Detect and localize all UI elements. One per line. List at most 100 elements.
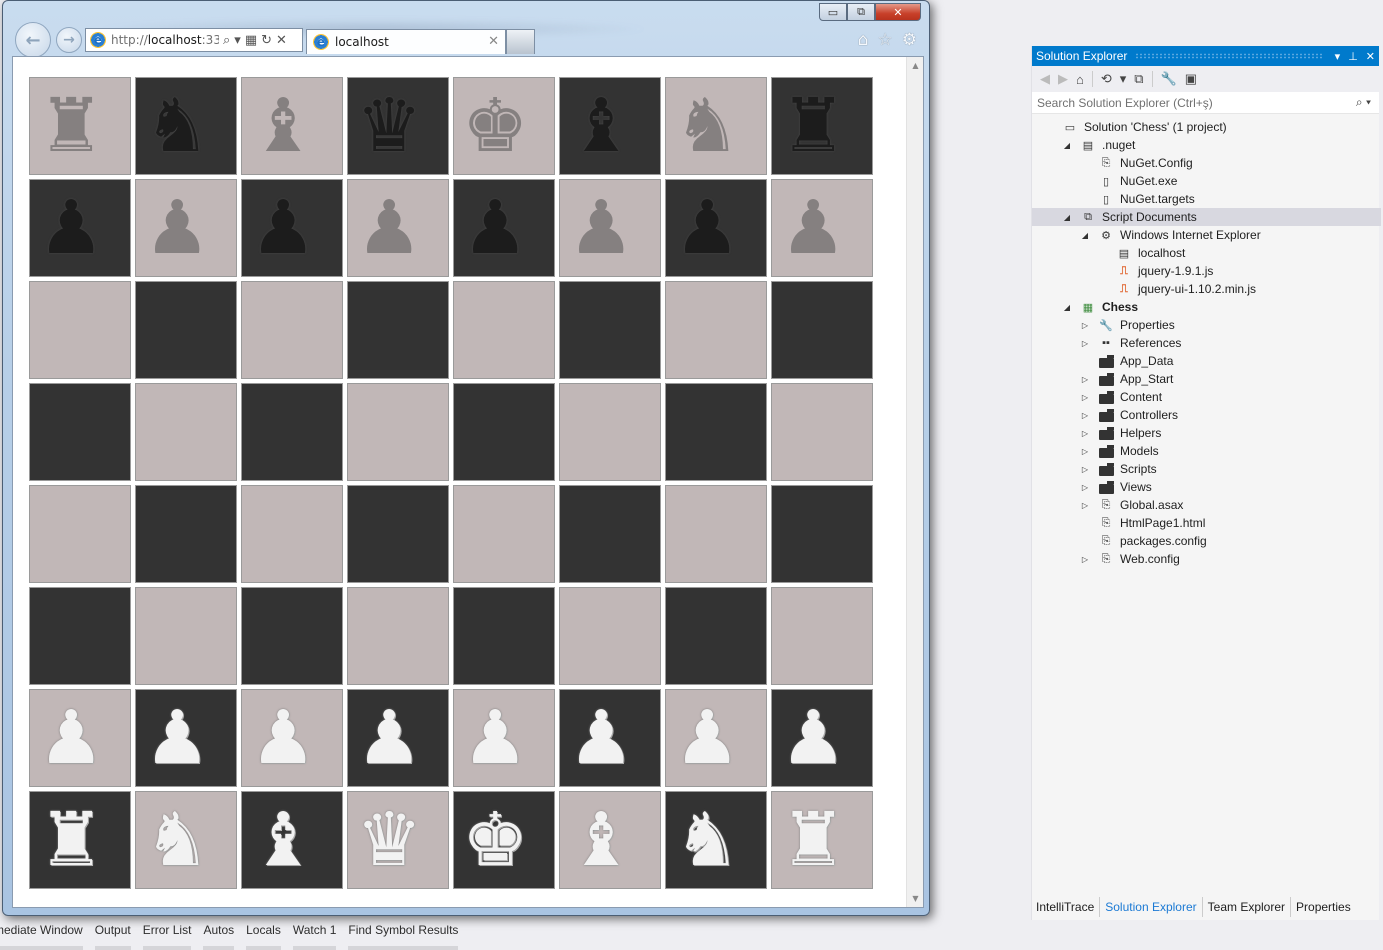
address-bar[interactable]: e http://localhost:331 ⌕ ▾ ▦ ↻ ✕: [85, 28, 303, 52]
white-piece-icon[interactable]: ♟: [250, 701, 316, 775]
board-square-f7[interactable]: ♟: [559, 179, 661, 277]
black-piece-icon[interactable]: ♟: [250, 191, 316, 265]
white-piece-icon[interactable]: ♟: [568, 701, 634, 775]
board-square-f6[interactable]: [559, 281, 661, 379]
tree-node-folder[interactable]: ▷ App_Start: [1032, 370, 1379, 388]
close-window-button[interactable]: ✕: [875, 3, 921, 21]
search-icon[interactable]: ⌕ ▾: [1356, 95, 1371, 110]
white-piece-icon[interactable]: ♜: [780, 803, 846, 877]
tree-node-folder[interactable]: App_Data: [1032, 352, 1379, 370]
star-icon[interactable]: ☆: [878, 30, 893, 50]
board-square-f5[interactable]: [559, 383, 661, 481]
board-square-g3[interactable]: [665, 587, 767, 685]
board-square-c7[interactable]: ♟: [241, 179, 343, 277]
board-square-h1[interactable]: ♜: [771, 791, 873, 889]
collapse-all-icon[interactable]: ⧉: [1134, 71, 1143, 87]
expand-arrow-icon[interactable]: ▷: [1080, 555, 1090, 564]
white-piece-icon[interactable]: ♟: [356, 701, 422, 775]
stop-icon[interactable]: ✕: [276, 33, 287, 48]
tree-node-html[interactable]: ⎘ HtmlPage1.html: [1032, 514, 1379, 532]
black-piece-icon[interactable]: ♟: [144, 191, 210, 265]
board-square-a3[interactable]: [29, 587, 131, 685]
board-square-g6[interactable]: [665, 281, 767, 379]
tree-node-js[interactable]: ⎍ jquery-1.9.1.js: [1032, 262, 1379, 280]
board-square-a4[interactable]: [29, 485, 131, 583]
board-square-f8[interactable]: ♝: [559, 77, 661, 175]
white-piece-icon[interactable]: ♟: [674, 701, 740, 775]
board-square-c3[interactable]: [241, 587, 343, 685]
board-square-a8[interactable]: ♜: [29, 77, 131, 175]
collapse-arrow-icon[interactable]: ◢: [1062, 303, 1072, 312]
expand-arrow-icon[interactable]: ▷: [1080, 501, 1090, 510]
scroll-up-icon[interactable]: ▲: [907, 57, 924, 74]
board-square-b7[interactable]: ♟: [135, 179, 237, 277]
tab-locals[interactable]: Locals: [246, 918, 281, 950]
black-piece-icon[interactable]: ♜: [38, 89, 104, 163]
board-square-h8[interactable]: ♜: [771, 77, 873, 175]
refresh-icon[interactable]: ↻: [261, 33, 272, 48]
minimize-button[interactable]: ▭: [819, 3, 847, 21]
tab-immediate-window[interactable]: mediate Window: [0, 918, 83, 950]
white-piece-icon[interactable]: ♚: [462, 803, 528, 877]
board-square-c1[interactable]: ♝: [241, 791, 343, 889]
tree-node-solution[interactable]: ▭ Solution 'Chess' (1 project): [1032, 118, 1379, 136]
board-square-c8[interactable]: ♝: [241, 77, 343, 175]
tree-node-page[interactable]: ▤ localhost: [1032, 244, 1379, 262]
search-icon[interactable]: ⌕: [223, 33, 230, 48]
expand-arrow-icon[interactable]: ▷: [1080, 393, 1090, 402]
tree-node-process[interactable]: ◢ ⚙ Windows Internet Explorer: [1032, 226, 1379, 244]
white-piece-icon[interactable]: ♝: [568, 803, 634, 877]
tree-node-folder[interactable]: ▷ Controllers: [1032, 406, 1379, 424]
black-piece-icon[interactable]: ♚: [462, 89, 528, 163]
board-square-b1[interactable]: ♞: [135, 791, 237, 889]
search-input[interactable]: Search Solution Explorer (Ctrl+ş) ⌕ ▾: [1032, 92, 1379, 114]
board-square-d6[interactable]: [347, 281, 449, 379]
board-square-e6[interactable]: [453, 281, 555, 379]
wrench-icon[interactable]: 🔧: [1161, 71, 1177, 87]
expand-arrow-icon[interactable]: ▷: [1080, 375, 1090, 384]
white-piece-icon[interactable]: ♟: [38, 701, 104, 775]
board-square-h2[interactable]: ♟: [771, 689, 873, 787]
tree-node-folder[interactable]: ▷ Scripts: [1032, 460, 1379, 478]
back-button[interactable]: ←: [15, 22, 51, 58]
board-square-e3[interactable]: [453, 587, 555, 685]
board-square-g5[interactable]: [665, 383, 767, 481]
home-icon[interactable]: ⌂: [1076, 72, 1084, 87]
board-square-h6[interactable]: [771, 281, 873, 379]
gear-icon[interactable]: ⚙: [902, 30, 917, 50]
board-square-b5[interactable]: [135, 383, 237, 481]
board-square-h4[interactable]: [771, 485, 873, 583]
board-square-e7[interactable]: ♟: [453, 179, 555, 277]
board-square-e8[interactable]: ♚: [453, 77, 555, 175]
tab-error-list[interactable]: Error List: [142, 918, 191, 950]
tab-watch-1[interactable]: Watch 1: [292, 918, 336, 950]
tree-node-js[interactable]: ⎍ jquery-ui-1.10.2.min.js: [1032, 280, 1379, 298]
black-piece-icon[interactable]: ♟: [674, 191, 740, 265]
black-piece-icon[interactable]: ♜: [780, 89, 846, 163]
tree-node-project[interactable]: ◢ ▦ Chess: [1032, 298, 1379, 316]
black-piece-icon[interactable]: ♟: [780, 191, 846, 265]
collapse-arrow-icon[interactable]: ◢: [1062, 213, 1072, 222]
browser-tab-active[interactable]: e localhost ✕: [306, 29, 506, 54]
board-square-e4[interactable]: [453, 485, 555, 583]
white-piece-icon[interactable]: ♞: [674, 803, 740, 877]
restore-button[interactable]: ⧉: [847, 3, 875, 21]
forward-button[interactable]: →: [56, 27, 82, 53]
black-piece-icon[interactable]: ♛: [356, 89, 422, 163]
tab-team-explorer[interactable]: Team Explorer: [1203, 897, 1292, 917]
board-square-d1[interactable]: ♛: [347, 791, 449, 889]
white-piece-icon[interactable]: ♛: [356, 803, 422, 877]
tree-node-config[interactable]: ▷ ⎘ Web.config: [1032, 550, 1379, 568]
tree-node-folder[interactable]: ▷ Views: [1032, 478, 1379, 496]
scroll-down-icon[interactable]: ▼: [907, 890, 924, 907]
vertical-scrollbar[interactable]: ▲ ▼: [906, 57, 923, 907]
tree-node-folder[interactable]: ▷ Helpers: [1032, 424, 1379, 442]
board-square-d4[interactable]: [347, 485, 449, 583]
white-piece-icon[interactable]: ♟: [144, 701, 210, 775]
board-square-g4[interactable]: [665, 485, 767, 583]
tab-properties[interactable]: Properties: [1291, 897, 1356, 917]
board-square-d2[interactable]: ♟: [347, 689, 449, 787]
tree-node-config[interactable]: ⎘ NuGet.Config: [1032, 154, 1379, 172]
board-square-c2[interactable]: ♟: [241, 689, 343, 787]
black-piece-icon[interactable]: ♟: [462, 191, 528, 265]
